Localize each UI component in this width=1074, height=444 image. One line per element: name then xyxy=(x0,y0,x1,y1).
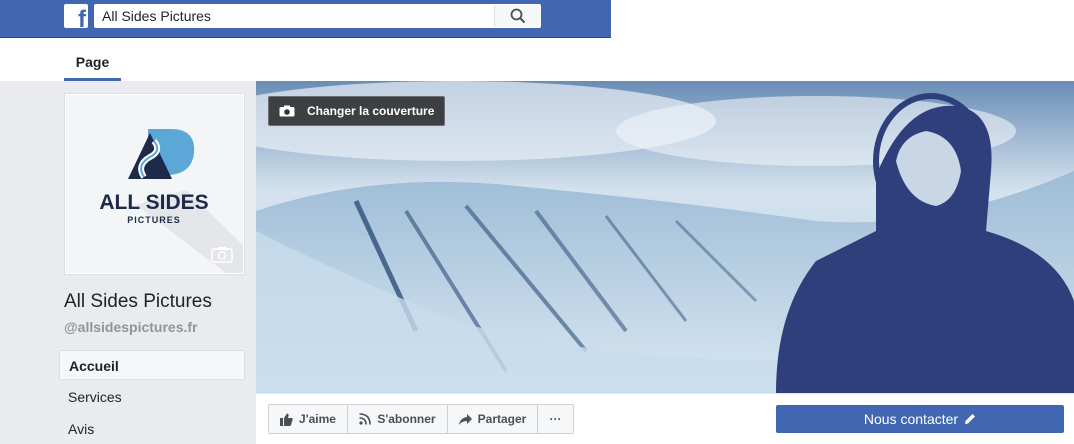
share-arrow-icon xyxy=(458,413,472,425)
left-column: ALL SIDES PICTURES All Sides Pictures @a… xyxy=(0,81,256,444)
rss-icon xyxy=(359,413,372,425)
logo-line2: PICTURES xyxy=(127,215,181,225)
search-input[interactable] xyxy=(95,5,495,27)
like-label: J'aime xyxy=(299,412,336,426)
change-cover-label: Changer la couverture xyxy=(307,104,435,118)
contact-us-button[interactable]: Nous contacter xyxy=(776,405,1064,433)
profile-logo: ALL SIDES PICTURES xyxy=(66,95,243,273)
camera-icon[interactable] xyxy=(211,246,233,263)
top-navigation-bar: f xyxy=(0,0,611,38)
search-box xyxy=(94,4,541,28)
more-options-button[interactable]: ··· xyxy=(537,404,574,434)
logo-line1: ALL SIDES xyxy=(99,191,208,214)
page-username[interactable]: @allsidespictures.fr xyxy=(64,319,197,335)
follow-button[interactable]: S'abonner xyxy=(347,404,448,434)
contact-label: Nous contacter xyxy=(863,411,959,427)
search-button[interactable] xyxy=(494,5,540,27)
page-tab-strip: Page xyxy=(0,38,1074,81)
profile-picture[interactable]: ALL SIDES PICTURES xyxy=(64,93,245,275)
share-button[interactable]: Partager xyxy=(447,404,538,434)
tab-page[interactable]: Page xyxy=(64,48,121,81)
thumbs-up-icon xyxy=(280,413,293,426)
change-cover-button[interactable]: Changer la couverture xyxy=(268,96,445,126)
sidebar-item-services[interactable]: Services xyxy=(59,382,245,412)
like-button[interactable]: J'aime xyxy=(268,404,348,434)
facebook-logo-letter: f xyxy=(78,6,86,29)
share-label: Partager xyxy=(477,412,527,426)
cover-image xyxy=(256,81,1074,393)
facebook-logo-icon[interactable]: f xyxy=(64,4,88,28)
page-actions-group: J'aime S'abonner Partager ··· xyxy=(268,404,574,434)
search-icon xyxy=(510,8,525,24)
page-title[interactable]: All Sides Pictures xyxy=(64,291,212,313)
camera-icon xyxy=(279,105,295,117)
pencil-icon xyxy=(964,413,976,425)
sidebar-item-accueil[interactable]: Accueil xyxy=(59,350,245,380)
sidebar-item-avis[interactable]: Avis xyxy=(59,414,245,444)
cover-photo[interactable] xyxy=(256,81,1074,393)
follow-label: S'abonner xyxy=(377,412,436,426)
more-icon: ··· xyxy=(549,412,562,426)
